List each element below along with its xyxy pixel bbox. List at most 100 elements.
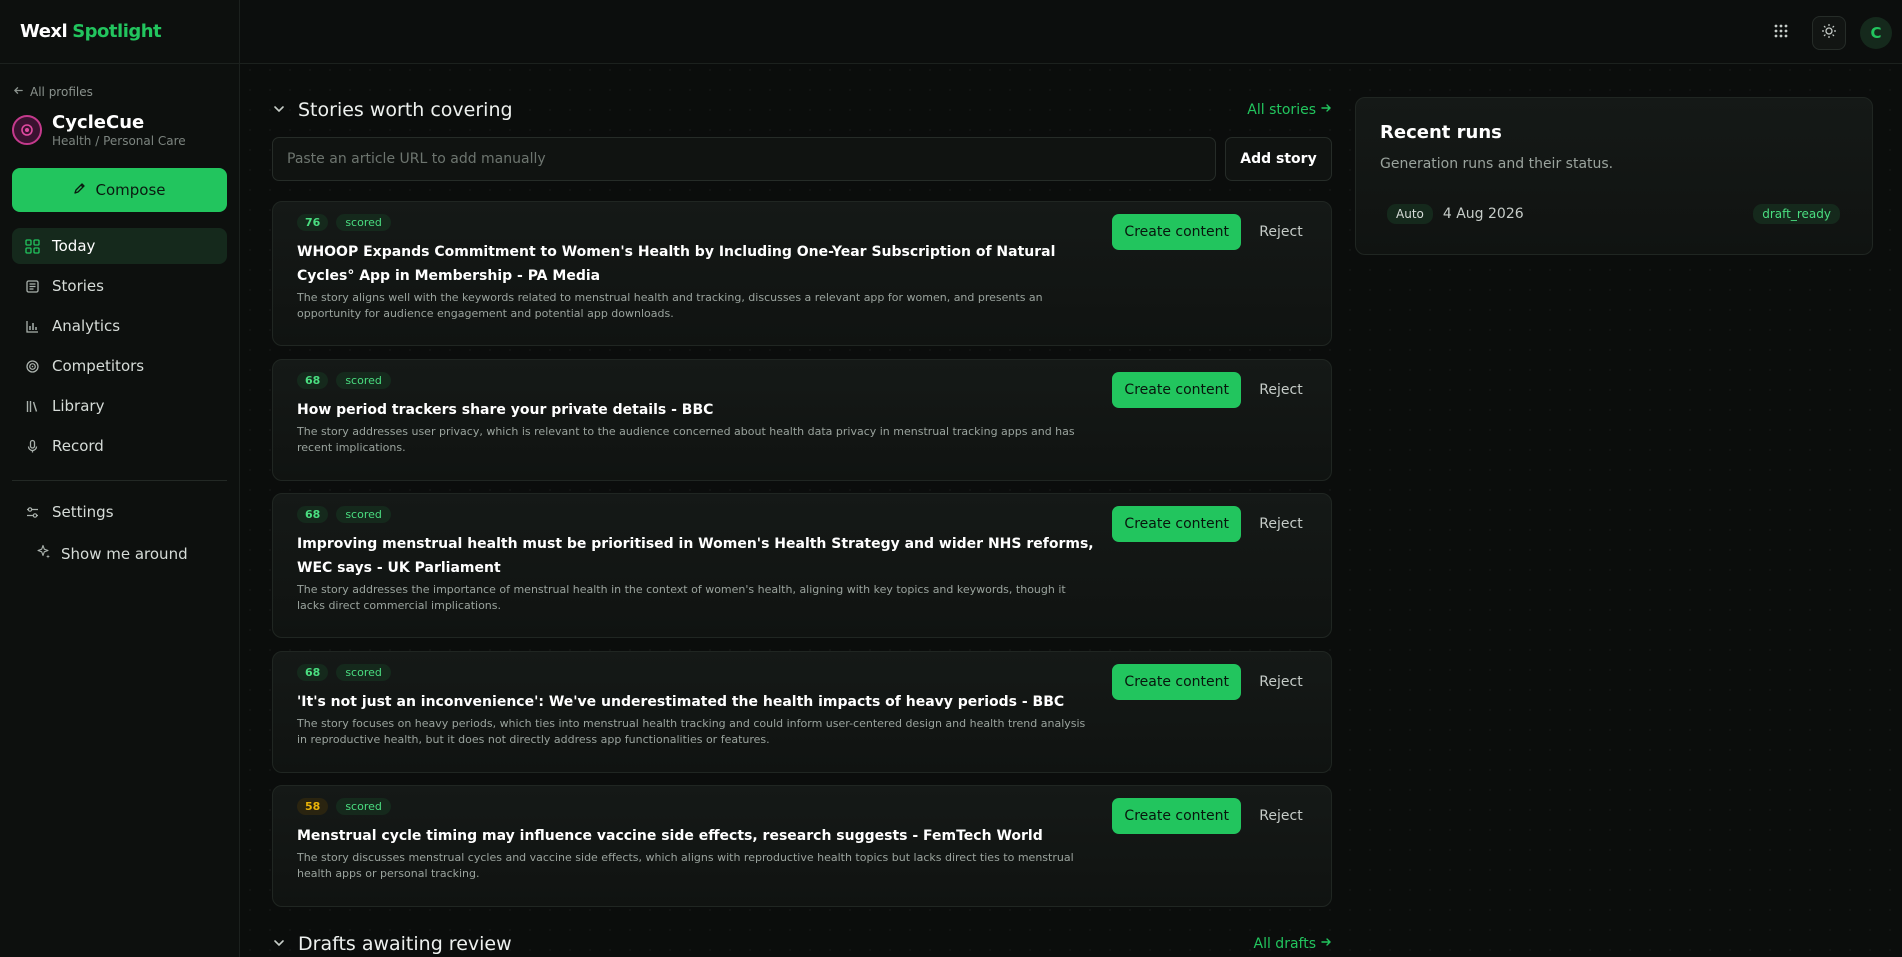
all-stories-label: All stories — [1247, 102, 1316, 118]
story-meta: 68 scored — [297, 506, 391, 523]
bar-chart-icon — [24, 318, 40, 334]
all-profiles-label: All profiles — [30, 85, 93, 99]
pencil-icon — [73, 181, 87, 199]
status-badge: scored — [336, 372, 391, 389]
brand-name-part1: Wexl — [20, 21, 68, 42]
show-me-around-label: Show me around — [61, 544, 188, 563]
story-card: 58 scored Menstrual cycle timing may inf… — [272, 785, 1332, 907]
all-drafts-label: All drafts — [1253, 936, 1317, 952]
story-title[interactable]: Menstrual cycle timing may influence vac… — [297, 824, 1097, 848]
sidebar-item-today[interactable]: Today — [12, 228, 227, 264]
story-meta: 68 scored — [297, 664, 391, 681]
story-title[interactable]: WHOOP Expands Commitment to Women's Heal… — [297, 240, 1097, 288]
sliders-icon — [24, 504, 40, 520]
newspaper-icon — [24, 278, 40, 294]
sun-icon — [1821, 23, 1837, 43]
user-avatar[interactable]: C — [1860, 17, 1892, 49]
story-summary: The story addresses user privacy, which … — [297, 425, 1075, 454]
story-card: 68 scored Improving menstrual health mus… — [272, 493, 1332, 638]
sidebar-item-label: Library — [52, 397, 105, 415]
reject-button[interactable]: Reject — [1251, 506, 1311, 542]
profile-category: Health / Personal Care — [52, 134, 186, 148]
create-content-button[interactable]: Create content — [1112, 372, 1241, 408]
score-badge: 58 — [297, 798, 329, 815]
recent-runs-subtitle: Generation runs and their status. — [1380, 156, 1614, 172]
grid-icon — [24, 238, 40, 254]
top-bar-actions: C — [1764, 16, 1892, 50]
story-card: 76 scored WHOOP Expands Commitment to Wo… — [272, 201, 1332, 346]
create-content-button[interactable]: Create content — [1112, 664, 1241, 700]
story-summary: The story addresses the importance of me… — [297, 583, 1066, 612]
reject-button[interactable]: Reject — [1251, 798, 1311, 834]
sidebar-item-label: Stories — [52, 277, 104, 295]
run-row[interactable]: Auto 4 Aug 2026 draft_ready — [1387, 204, 1840, 224]
story-card: 68 scored How period trackers share your… — [272, 359, 1332, 481]
sidebar-item-label: Today — [52, 237, 96, 255]
status-badge: scored — [336, 506, 391, 523]
story-summary: The story discusses menstrual cycles and… — [297, 851, 1074, 880]
sidebar-item-label: Analytics — [52, 317, 121, 335]
add-story-row: Add story — [272, 137, 1332, 181]
score-badge: 76 — [297, 214, 329, 231]
compose-button[interactable]: Compose — [12, 168, 227, 212]
sidebar-divider — [12, 480, 227, 481]
sidebar-settings: Settings — [12, 494, 227, 534]
status-badge: scored — [336, 798, 391, 815]
all-drafts-link[interactable]: All drafts — [1254, 936, 1333, 952]
all-stories-link[interactable]: All stories — [1247, 102, 1332, 118]
chevron-down-icon[interactable] — [272, 101, 290, 120]
story-meta: 68 scored — [297, 372, 391, 389]
run-date: 4 Aug 2026 — [1442, 206, 1524, 222]
story-title[interactable]: Improving menstrual health must be prior… — [297, 532, 1097, 580]
profile-header: CycleCue Health / Personal Care — [12, 112, 186, 148]
apps-grid-icon — [1773, 23, 1789, 43]
radar-icon — [24, 358, 40, 374]
brand-logo[interactable]: Wexl Spotlight — [0, 0, 239, 64]
status-badge: scored — [336, 664, 391, 681]
arrow-right-icon — [1320, 102, 1332, 118]
arrow-right-icon — [1320, 936, 1332, 952]
story-actions: Create content Reject — [1112, 506, 1311, 542]
all-profiles-link[interactable]: All profiles — [13, 85, 93, 99]
create-content-button[interactable]: Create content — [1112, 798, 1241, 834]
reject-button[interactable]: Reject — [1251, 664, 1311, 700]
theme-toggle-button[interactable] — [1812, 16, 1846, 50]
story-meta: 76 scored — [297, 214, 391, 231]
sidebar-item-settings[interactable]: Settings — [12, 494, 227, 530]
sidebar-item-competitors[interactable]: Competitors — [12, 348, 227, 384]
reject-button[interactable]: Reject — [1251, 214, 1311, 250]
sidebar-item-stories[interactable]: Stories — [12, 268, 227, 304]
sparkle-icon — [36, 544, 51, 563]
sidebar-nav: Today Stories Analytics Competitors Libr… — [12, 228, 227, 468]
drafts-section-header: Drafts awaiting review All drafts — [272, 933, 1332, 955]
add-story-button[interactable]: Add story — [1225, 137, 1332, 181]
show-me-around-button[interactable]: Show me around — [36, 544, 188, 563]
sidebar-item-library[interactable]: Library — [12, 388, 227, 424]
sidebar-item-label: Competitors — [52, 357, 145, 375]
apps-grid-button[interactable] — [1764, 16, 1798, 50]
article-url-input[interactable] — [272, 137, 1216, 181]
stories-section-header: Stories worth covering All stories — [272, 99, 1332, 121]
sidebar-item-label: Record — [52, 437, 104, 455]
create-content-button[interactable]: Create content — [1112, 506, 1241, 542]
microphone-icon — [24, 438, 40, 454]
score-badge: 68 — [297, 372, 329, 389]
chevron-down-icon[interactable] — [272, 935, 290, 954]
profile-name: CycleCue — [52, 112, 145, 133]
status-badge: scored — [336, 214, 391, 231]
sidebar: Wexl Spotlight All profiles CycleCue Hea… — [0, 0, 240, 957]
run-status-badge: draft_ready — [1753, 204, 1840, 224]
drafts-section-title: Drafts awaiting review — [298, 933, 512, 955]
sidebar-item-record[interactable]: Record — [12, 428, 227, 464]
story-title[interactable]: How period trackers share your private d… — [297, 398, 1097, 422]
reject-button[interactable]: Reject — [1251, 372, 1311, 408]
story-meta: 58 scored — [297, 798, 391, 815]
sidebar-item-analytics[interactable]: Analytics — [12, 308, 227, 344]
settings-label: Settings — [52, 503, 114, 521]
story-title[interactable]: 'It's not just an inconvenience': We've … — [297, 690, 1097, 714]
score-badge: 68 — [297, 664, 329, 681]
arrow-left-icon — [13, 85, 24, 99]
create-content-button[interactable]: Create content — [1112, 214, 1241, 250]
story-summary: The story focuses on heavy periods, whic… — [297, 717, 1086, 746]
profile-avatar — [12, 115, 42, 145]
